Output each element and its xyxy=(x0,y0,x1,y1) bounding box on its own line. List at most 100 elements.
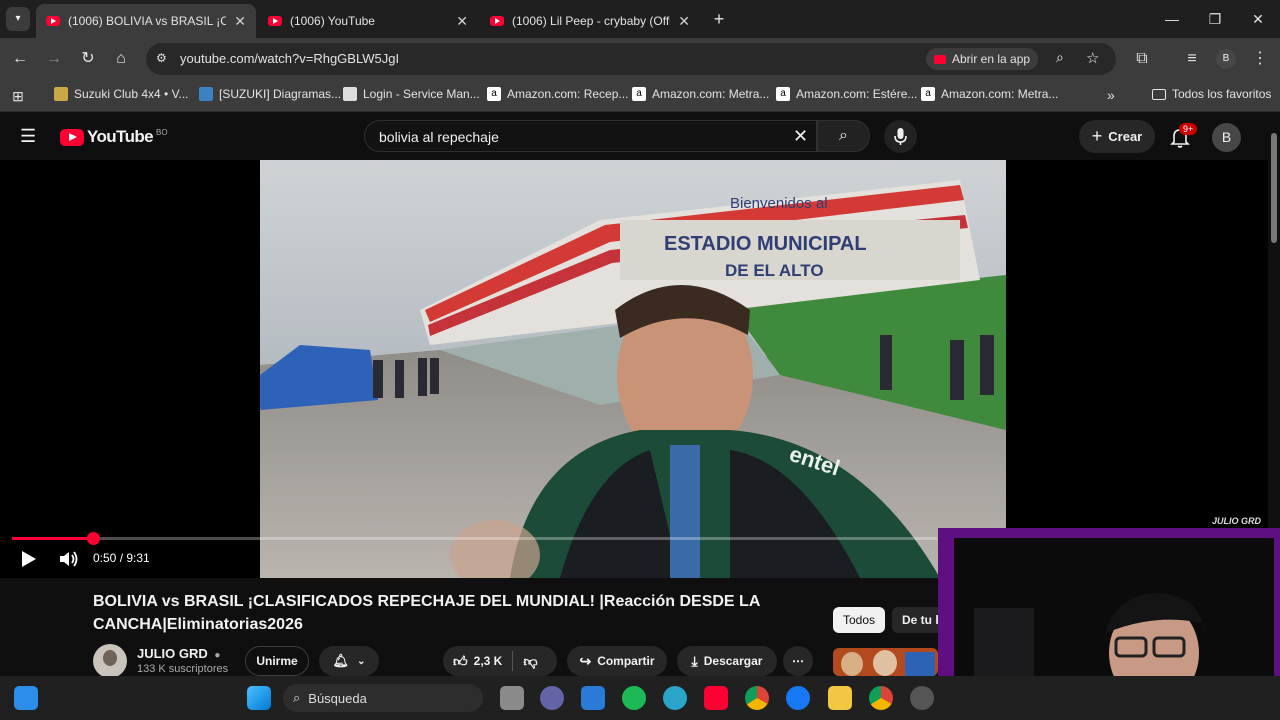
progress-scrubber-handle[interactable] xyxy=(87,532,101,545)
extensions-icon[interactable]: ⧉ xyxy=(1130,47,1154,71)
restore-button[interactable]: ❐ xyxy=(1193,0,1237,38)
tab-lil-peep[interactable]: (1006) Lil Peep - crybaby (Offici ✕ xyxy=(480,4,700,38)
open-in-app-button[interactable]: Abrir en la app xyxy=(926,48,1039,70)
bookmarks-bar: ⊞ Suzuki Club 4x4 • V... [SUZUKI] Diagra… xyxy=(0,80,1280,112)
bookmark-amazon-2[interactable]: a Amazon.com: Metra... xyxy=(632,87,769,101)
bookmark-label: Amazon.com: Estére... xyxy=(796,87,918,101)
bookmark-label: [SUZUKI] Diagramas... xyxy=(219,87,342,101)
file-explorer-window-icon[interactable] xyxy=(500,686,524,710)
join-button[interactable]: Unirme xyxy=(245,646,309,676)
tab-youtube-home[interactable]: (1006) YouTube ✕ xyxy=(258,4,478,38)
amazon-favicon-icon: a xyxy=(921,87,935,101)
close-tab-icon[interactable]: ✕ xyxy=(678,13,690,30)
youtube-masthead: ☰ YouTube BO bolivia al repechaje ✕ ⌕ + … xyxy=(0,113,1268,160)
facebook-icon[interactable] xyxy=(786,686,810,710)
youtube-favicon-icon xyxy=(490,16,504,26)
clear-search-icon[interactable]: ✕ xyxy=(793,126,808,147)
amazon-favicon-icon: a xyxy=(487,87,501,101)
search-input[interactable]: bolivia al repechaje ✕ xyxy=(364,120,817,152)
play-button[interactable] xyxy=(18,549,40,569)
youtube-logo-icon xyxy=(60,128,84,146)
volume-button[interactable] xyxy=(58,549,80,569)
search-button[interactable]: ⌕ xyxy=(817,120,870,152)
forward-icon[interactable]: → xyxy=(42,47,66,71)
zoom-search-icon[interactable]: ⌕ xyxy=(1056,49,1064,66)
account-avatar[interactable]: B xyxy=(1212,123,1241,152)
share-icon: ↪ xyxy=(579,652,592,669)
folder-icon[interactable] xyxy=(828,686,852,710)
video-progress-bar[interactable] xyxy=(12,532,937,545)
folder-icon xyxy=(1152,88,1166,100)
voice-search-button[interactable] xyxy=(884,120,917,153)
address-bar[interactable]: ⚙ youtube.com/watch?v=RhgGBLW5JgI Abrir … xyxy=(146,43,1116,75)
media-control-icon[interactable]: ≡ xyxy=(1180,47,1204,71)
notifications-button[interactable]: 9+ xyxy=(1168,123,1198,149)
hamburger-menu-icon[interactable]: ☰ xyxy=(20,126,36,147)
download-button[interactable]: ⤓ Descargar xyxy=(677,646,777,676)
dislike-button[interactable]: 👎︎ xyxy=(523,653,537,670)
mail-icon[interactable] xyxy=(581,686,605,710)
tab-search-button[interactable]: ▾ xyxy=(6,7,30,31)
bookmark-star-icon[interactable]: ☆ xyxy=(1086,49,1099,67)
bookmark-amazon-4[interactable]: a Amazon.com: Metra... xyxy=(921,87,1058,101)
divider xyxy=(512,651,514,671)
video-scene: Bienvenidos al ESTADIO MUNICIPAL DE EL A… xyxy=(260,160,1006,578)
minimize-button[interactable]: — xyxy=(1150,0,1194,38)
like-button[interactable]: 👍︎ 2,3 K xyxy=(443,653,502,670)
settings-icon[interactable] xyxy=(910,686,934,710)
close-window-button[interactable]: ✕ xyxy=(1236,0,1280,38)
widgets-icon[interactable] xyxy=(14,686,38,710)
close-tab-icon[interactable]: ✕ xyxy=(456,13,468,30)
apps-grid-icon[interactable]: ⊞ xyxy=(6,84,30,108)
reload-icon[interactable]: ↻ xyxy=(76,47,100,71)
taskbar-search-box[interactable]: ⌕ Búsqueda xyxy=(283,684,483,712)
amazon-favicon-icon: a xyxy=(776,87,790,101)
bookmark-amazon-3[interactable]: a Amazon.com: Estére... xyxy=(776,87,917,101)
start-windows-icon[interactable] xyxy=(247,686,271,710)
bookmark-service-manual[interactable]: Login - Service Man... xyxy=(343,87,480,101)
spotify-icon[interactable] xyxy=(622,686,646,710)
chip-all[interactable]: Todos xyxy=(833,607,886,633)
video-title: BOLIVIA vs BRASIL ¡CLASIFICADOS REPECHAJ… xyxy=(93,593,760,633)
thumbs-down-icon: 👎︎ xyxy=(523,652,538,669)
youtube-app-icon[interactable] xyxy=(704,686,728,710)
all-bookmarks-folder[interactable]: Todos los favoritos xyxy=(1152,87,1271,101)
video-player[interactable]: Bienvenidos al ESTADIO MUNICIPAL DE EL A… xyxy=(0,160,1268,578)
channel-name-text: JULIO GRD xyxy=(137,646,208,661)
channel-avatar[interactable] xyxy=(93,644,127,678)
chrome-icon[interactable] xyxy=(745,686,769,710)
video-frame[interactable]: Bienvenidos al ESTADIO MUNICIPAL DE EL A… xyxy=(260,160,1006,578)
scrollbar-thumb[interactable] xyxy=(1271,133,1277,243)
browser-menu-icon[interactable]: ⋮ xyxy=(1248,47,1272,71)
tab-label: (1006) Lil Peep - crybaby (Offici xyxy=(512,14,671,28)
create-button[interactable]: + Crear xyxy=(1079,120,1155,153)
teams-icon[interactable] xyxy=(540,686,564,710)
share-label: Compartir xyxy=(597,654,655,668)
bookmark-suzuki-club[interactable]: Suzuki Club 4x4 • V... xyxy=(54,87,189,101)
download-label: Descargar xyxy=(703,654,763,668)
more-bookmarks-icon[interactable]: » xyxy=(1107,87,1115,103)
bookmark-suzuki-diagramas[interactable]: [SUZUKI] Diagramas... xyxy=(199,87,341,101)
bookmark-label: Suzuki Club 4x4 • V... xyxy=(74,87,189,101)
stadium-sign-top: Bienvenidos al xyxy=(730,195,828,212)
recommended-video-thumbnail[interactable] xyxy=(833,648,938,676)
subscribed-notifications-button[interactable]: 🔔︎ ⌄ xyxy=(319,646,379,676)
youtube-logo[interactable]: YouTube BO xyxy=(60,127,168,147)
chrome-active-icon[interactable] xyxy=(869,686,893,710)
tab-bolivia-brasil[interactable]: (1006) BOLIVIA vs BRASIL ¡CLAS ✕ xyxy=(36,4,256,38)
like-dislike-group: 👍︎ 2,3 K 👎︎ xyxy=(443,646,557,676)
close-tab-icon[interactable]: ✕ xyxy=(234,13,246,30)
create-label: Crear xyxy=(1108,129,1143,144)
taskbar-search-label: Búsqueda xyxy=(308,690,367,706)
edge-icon[interactable] xyxy=(663,686,687,710)
site-info-icon[interactable]: ⚙ xyxy=(156,51,167,65)
all-bookmarks-label: Todos los favoritos xyxy=(1172,87,1272,101)
more-actions-button[interactable]: ⋯ xyxy=(783,646,813,676)
back-icon[interactable]: ← xyxy=(8,47,32,71)
bookmark-amazon-1[interactable]: a Amazon.com: Recep... xyxy=(487,87,628,101)
channel-name[interactable]: JULIO GRD ● xyxy=(137,646,220,661)
home-icon[interactable]: ⌂ xyxy=(109,47,133,71)
new-tab-button[interactable]: + xyxy=(708,8,730,30)
share-button[interactable]: ↪ Compartir xyxy=(567,646,667,676)
profile-avatar[interactable]: B xyxy=(1216,49,1236,69)
